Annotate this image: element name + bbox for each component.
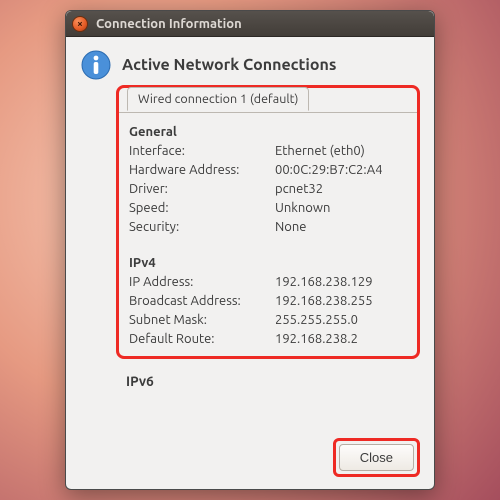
tab-wired-connection[interactable]: Wired connection 1 (default) <box>127 87 309 111</box>
section-title-ipv6: IPv6 <box>126 373 420 389</box>
value-hwaddr: 00:0C:29:B7:C2:A4 <box>275 163 407 177</box>
tab-bar: Wired connection 1 (default) <box>119 88 417 113</box>
label-route: Default Route: <box>129 332 269 346</box>
highlight-box-connection: Wired connection 1 (default) General Int… <box>116 85 420 359</box>
label-subnet: Subnet Mask: <box>129 313 269 327</box>
highlight-box-close: Close <box>333 438 420 477</box>
label-driver: Driver: <box>129 182 269 196</box>
window-title: Connection Information <box>96 17 242 31</box>
page-title: Active Network Connections <box>122 56 336 74</box>
dialog-body: Active Network Connections Wired connect… <box>66 37 434 438</box>
label-ip: IP Address: <box>129 275 269 289</box>
section-title-general: General <box>129 125 407 139</box>
titlebar: × Connection Information <box>66 11 434 37</box>
value-security: None <box>275 220 407 234</box>
label-speed: Speed: <box>129 201 269 215</box>
header-row: Active Network Connections <box>80 49 420 81</box>
label-security: Security: <box>129 220 269 234</box>
section-gap <box>129 239 407 249</box>
dialog-footer: Close <box>66 438 434 489</box>
value-subnet: 255.255.255.0 <box>275 313 407 327</box>
value-speed: Unknown <box>275 201 407 215</box>
label-interface: Interface: <box>129 144 269 158</box>
info-icon <box>80 49 112 81</box>
connection-info-dialog: × Connection Information Active Network … <box>65 10 435 490</box>
label-broadcast: Broadcast Address: <box>129 294 269 308</box>
close-button[interactable]: Close <box>339 444 414 471</box>
label-hwaddr: Hardware Address: <box>129 163 269 177</box>
value-driver: pcnet32 <box>275 182 407 196</box>
value-ip: 192.168.238.129 <box>275 275 407 289</box>
value-broadcast: 192.168.238.255 <box>275 294 407 308</box>
close-icon[interactable]: × <box>72 16 88 32</box>
connection-details-grid: General Interface: Ethernet (eth0) Hardw… <box>129 123 407 346</box>
value-route: 192.168.238.2 <box>275 332 407 346</box>
section-title-ipv4: IPv4 <box>129 256 407 270</box>
value-interface: Ethernet (eth0) <box>275 144 407 158</box>
